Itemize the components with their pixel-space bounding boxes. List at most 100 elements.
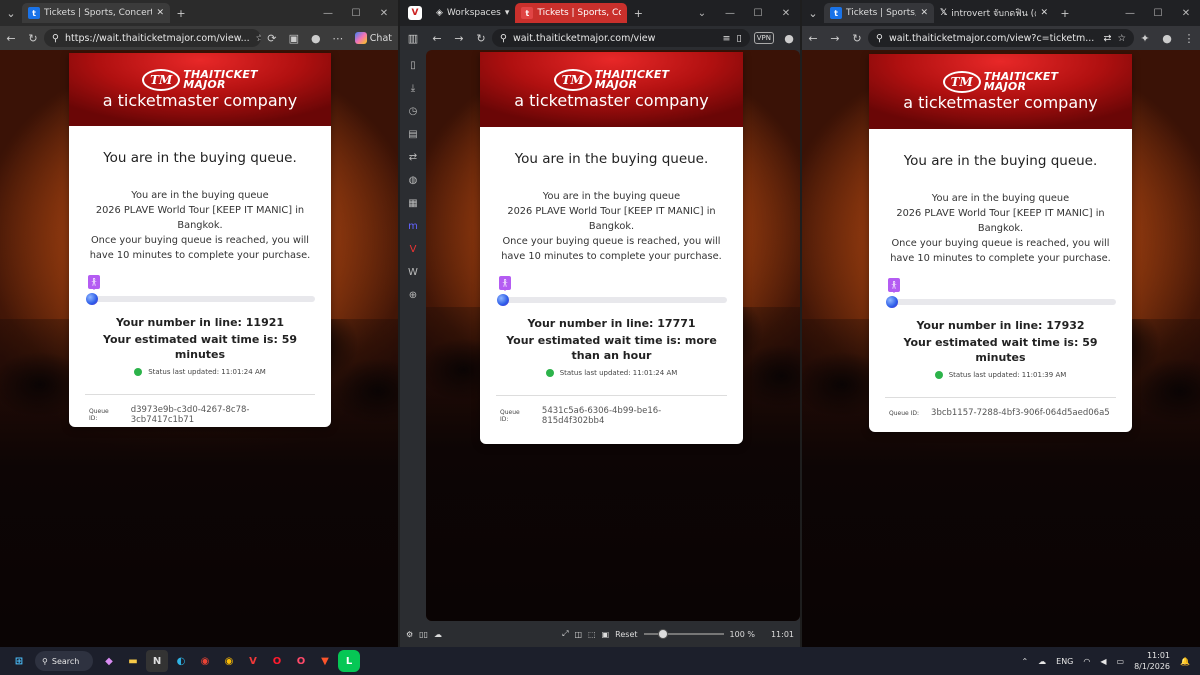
refresh-icon[interactable]: ↻	[22, 27, 44, 49]
vivaldi-menu-icon[interactable]: V	[400, 2, 430, 24]
site-info-icon[interactable]: ⚲	[500, 33, 507, 44]
file-explorer-icon[interactable]: ▬	[122, 650, 144, 672]
mastodon-panel-icon[interactable]: m	[404, 217, 422, 235]
notion-app-icon[interactable]: N	[146, 650, 168, 672]
address-bar[interactable]: ⚲ https://wait.thaiticketmajor.com/view.…	[44, 29, 261, 47]
tab-x-profile[interactable]: 𝕏 introvert จับกดฟิน (@ ✕	[934, 3, 1054, 23]
notifications-icon[interactable]: 🔔	[1180, 657, 1190, 666]
address-bar[interactable]: ⚲ wait.thaiticketmajor.com/view ≡ ▯	[492, 29, 750, 47]
collections-icon[interactable]: ▣	[283, 27, 305, 49]
notes-panel-icon[interactable]: ▤	[404, 125, 422, 143]
vivaldi-panel-icon[interactable]: V	[404, 240, 422, 258]
panel-layout-icon[interactable]: ▯▯	[419, 630, 428, 639]
reload-icon[interactable]: ↻	[470, 27, 492, 49]
reading-list-icon[interactable]: ◍	[404, 171, 422, 189]
capture-icon[interactable]: ⤢	[562, 629, 568, 639]
desc-note: Once your buying queue is reached, you w…	[501, 236, 722, 262]
address-bar[interactable]: ⚲ wait.thaiticketmajor.com/view?c=ticket…	[868, 29, 1134, 47]
maximize-icon[interactable]: ☐	[744, 0, 772, 26]
chrome-canary-app-icon[interactable]: ◉	[218, 650, 240, 672]
extensions-icon[interactable]: ✦	[1134, 27, 1156, 49]
profile-avatar-icon[interactable]: ●	[1156, 27, 1178, 49]
tray-overflow-icon[interactable]: ⌃	[1021, 657, 1028, 666]
line-app-icon[interactable]: L	[338, 650, 360, 672]
translate-panel-icon[interactable]: ⇄	[404, 148, 422, 166]
minimize-icon[interactable]: —	[1116, 0, 1144, 26]
tab-list-icon[interactable]: ⌄	[688, 0, 716, 26]
forward-icon[interactable]: →	[824, 27, 846, 49]
tab-actions-icon[interactable]: ⌄	[0, 2, 22, 24]
tab2-title: introvert จับกดฟิน (@	[951, 9, 1037, 19]
back-icon[interactable]: ←	[0, 27, 22, 49]
new-tab-icon[interactable]: +	[1054, 2, 1076, 24]
input-language[interactable]: ENG	[1056, 657, 1073, 666]
maximize-icon[interactable]: ☐	[342, 0, 370, 26]
back-icon[interactable]: ←	[426, 27, 448, 49]
chrome-app-icon[interactable]: ◉	[194, 650, 216, 672]
copilot-app-icon[interactable]: ◆	[98, 650, 120, 672]
bookmark-icon[interactable]: ▯	[737, 33, 742, 44]
tab-search-icon[interactable]: ⌄	[802, 2, 824, 24]
profile-avatar-icon[interactable]: ●	[778, 27, 800, 49]
bookmarks-panel-icon[interactable]: ▯	[404, 56, 422, 74]
zoom-slider-thumb[interactable]	[657, 629, 668, 639]
edge-app-icon[interactable]: ◐	[170, 650, 192, 672]
downloads-panel-icon[interactable]: ⤓	[404, 79, 422, 97]
start-button-icon[interactable]: ⊞	[8, 650, 30, 672]
copilot-chat-button[interactable]: Chat	[349, 32, 398, 44]
images-icon[interactable]: ▣	[602, 630, 610, 639]
new-tab-icon[interactable]: +	[627, 2, 649, 24]
zoom-reset-button[interactable]: Reset	[615, 630, 637, 639]
back-icon[interactable]: ←	[802, 27, 824, 49]
workspaces-button[interactable]: ◈ Workspaces ▾	[430, 8, 515, 18]
history-panel-icon[interactable]: ◷	[404, 102, 422, 120]
volume-icon[interactable]: ◀	[1100, 657, 1106, 666]
more-icon[interactable]: ⋯	[327, 27, 349, 49]
zoom-slider[interactable]	[643, 629, 724, 639]
tab-title: Tickets | Sports, Concerts, F	[537, 8, 622, 18]
site-info-icon[interactable]: ⚲	[52, 33, 59, 44]
settings-icon[interactable]: ⚙	[406, 630, 413, 639]
tab-tickets[interactable]: t Tickets | Sports, Concerts, Festivals …	[22, 3, 170, 23]
opera-app-icon[interactable]: O	[266, 650, 288, 672]
taskbar-search[interactable]: ⚲ Search	[35, 651, 93, 671]
vivaldi-app-icon[interactable]: V	[242, 650, 264, 672]
cloud-tray-icon[interactable]: ☁	[1038, 657, 1046, 666]
wikipedia-panel-icon[interactable]: W	[404, 263, 422, 281]
forward-icon[interactable]: →	[448, 27, 470, 49]
translate-icon[interactable]: ⇄	[1104, 33, 1112, 44]
wifi-icon[interactable]: ◠	[1083, 657, 1090, 666]
minimize-icon[interactable]: —	[314, 0, 342, 26]
opera-gx-app-icon[interactable]: O	[290, 650, 312, 672]
new-tab-icon[interactable]: +	[170, 2, 192, 24]
close-window-icon[interactable]: ✕	[772, 0, 800, 26]
brave-app-icon[interactable]: ▼	[314, 650, 336, 672]
close-window-icon[interactable]: ✕	[370, 0, 398, 26]
close-tab-icon[interactable]: ✕	[156, 8, 164, 18]
ttm-logo-icon: TM	[142, 69, 181, 91]
profile-avatar-icon[interactable]: ●	[305, 27, 327, 49]
maximize-icon[interactable]: ☐	[1144, 0, 1172, 26]
tab-tickets[interactable]: t Tickets | Sports, Concer ✕	[824, 3, 934, 23]
close-tab2-icon[interactable]: ✕	[1040, 8, 1048, 18]
close-window-icon[interactable]: ✕	[1172, 0, 1200, 26]
minimize-icon[interactable]: —	[716, 0, 744, 26]
bookmark-star-icon[interactable]: ☆	[1117, 33, 1126, 44]
refresh-page-icon[interactable]: ⟳	[261, 27, 283, 49]
add-panel-icon[interactable]: ⊕	[404, 286, 422, 304]
tab-tickets[interactable]: t Tickets | Sports, Concerts, F	[515, 3, 628, 23]
page-actions-icon[interactable]: ⬚	[588, 630, 596, 639]
tiling-icon[interactable]: ◫	[574, 630, 582, 639]
sync-cloud-icon[interactable]: ☁	[434, 630, 442, 639]
reader-view-icon[interactable]: ≡	[723, 33, 731, 44]
panel-toggle-icon[interactable]: ▥	[400, 27, 426, 49]
window-panel-icon[interactable]: ▦	[404, 194, 422, 212]
menu-icon[interactable]: ⋮	[1178, 27, 1200, 49]
clock[interactable]: 11:01 8/1/2026	[1134, 650, 1170, 672]
reload-icon[interactable]: ↻	[846, 27, 868, 49]
vpn-button[interactable]: VPN	[753, 32, 774, 44]
battery-icon[interactable]: ▭	[1117, 657, 1125, 666]
queue-id-value: 3bcb1157-7288-4bf3-906f-064d5aed06a5	[931, 408, 1110, 418]
site-info-icon[interactable]: ⚲	[876, 33, 883, 44]
close-tab-icon[interactable]: ✕	[920, 8, 928, 18]
